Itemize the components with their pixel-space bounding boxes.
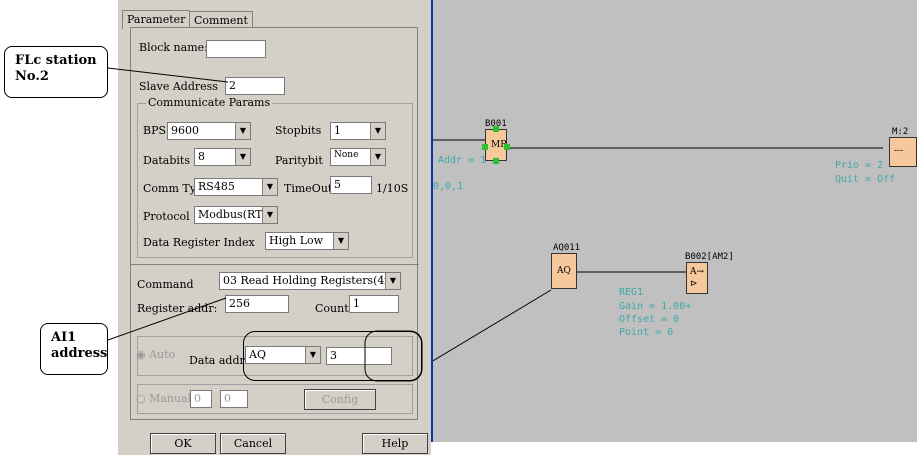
command-select[interactable]: 03 Read Holding Registers(4x) ▼ <box>219 272 401 290</box>
manual-label: Manual <box>149 392 192 405</box>
count-label: Count <box>315 302 349 315</box>
stopbits-select[interactable]: 1 ▼ <box>330 122 386 140</box>
databits-value: 8 <box>198 150 205 163</box>
coords-label: 0,0,1 <box>433 181 464 192</box>
protocol-label: Protocol <box>143 210 190 223</box>
quit-label: Quit = Off <box>835 174 896 185</box>
chevron-down-icon[interactable]: ▼ <box>370 149 385 165</box>
paritybit-select[interactable]: None ▼ <box>330 148 386 166</box>
communicate-params-title: Communicate Params <box>146 96 273 109</box>
block-name-input[interactable] <box>206 40 266 58</box>
pin-icon[interactable] <box>493 158 499 164</box>
diagram-canvas[interactable]: B001 MR Addr = 1 0,0,1 M:2 --- Prio = 2 … <box>431 0 917 442</box>
chevron-down-icon[interactable]: ▼ <box>262 179 277 195</box>
databits-select[interactable]: 8 ▼ <box>194 148 251 166</box>
ai-address-callout: AI1 address <box>40 323 108 375</box>
m2-block[interactable]: --- <box>889 137 917 167</box>
amplifier-icon: A→ <box>690 267 705 277</box>
timeout-input[interactable]: 5 <box>330 176 372 194</box>
paritybit-value: None <box>334 150 359 160</box>
chevron-down-icon[interactable]: ▼ <box>262 207 277 223</box>
data-register-index-select[interactable]: High Low ▼ <box>265 232 349 250</box>
aq-inner-label: AQ <box>557 266 571 276</box>
command-label: Command <box>137 278 194 291</box>
communicate-params-group: Communicate Params BPS 9600 ▼ Stopbits 1 ▼… <box>137 96 413 258</box>
aq011-name: AQ011 <box>553 243 581 253</box>
manual-group: ○ Manual 0 0 Config <box>136 384 413 414</box>
m2-inner-label: --- <box>894 146 904 156</box>
config-button[interactable]: Config <box>304 389 376 410</box>
ok-button[interactable]: OK <box>150 433 216 454</box>
reg1-label: REG1 <box>619 287 644 298</box>
comm-type-select[interactable]: RS485 ▼ <box>194 178 278 196</box>
auto-radio[interactable]: ◉ Auto <box>136 348 175 361</box>
pin-icon[interactable] <box>482 144 488 150</box>
b001-block[interactable]: MR <box>482 126 510 164</box>
b002-block[interactable]: A→ ⊳ <box>686 262 708 294</box>
bps-label: BPS <box>143 124 167 137</box>
pin-icon[interactable] <box>504 144 510 150</box>
chevron-down-icon[interactable]: ▼ <box>333 233 348 249</box>
gain-label: Gain = 1.00+ <box>619 301 692 312</box>
divider <box>131 264 419 265</box>
m2-name: M:2 <box>892 127 909 137</box>
data-register-index-label: Data Register Index <box>143 236 255 249</box>
offset-label: Offset = 0 <box>619 314 680 325</box>
bps-value: 9600 <box>171 124 199 137</box>
paritybit-label: Paritybit <box>275 154 323 167</box>
command-value: 03 Read Holding Registers(4x) <box>223 274 395 287</box>
chevron-down-icon[interactable]: ▼ <box>235 123 250 139</box>
manual-input-1[interactable]: 0 <box>190 390 212 408</box>
chevron-down-icon[interactable]: ▼ <box>385 273 400 289</box>
block-name-label: Block name: <box>139 41 208 54</box>
register-addr-label: Register addr: <box>137 302 218 315</box>
chevron-down-icon[interactable]: ▼ <box>370 123 385 139</box>
stopbits-label: Stopbits <box>275 124 322 137</box>
prio-label: Prio = 2 <box>835 160 884 171</box>
cancel-button[interactable]: Cancel <box>220 433 286 454</box>
slave-address-label: Slave Address <box>139 80 218 93</box>
callout-line <box>433 289 552 362</box>
stopbits-value: 1 <box>334 124 341 137</box>
manual-radio[interactable]: ○ Manual <box>136 392 191 405</box>
connector-lines <box>433 139 883 362</box>
count-input[interactable]: 1 <box>349 295 399 313</box>
amplifier-symbol-icon: ⊳ <box>690 279 698 289</box>
help-button[interactable]: Help <box>362 433 428 454</box>
b002-name: B002[AM2] <box>685 252 734 262</box>
data-addr-label: Data addr: <box>189 354 249 367</box>
databits-label: Databits <box>143 154 190 167</box>
bps-select[interactable]: 9600 ▼ <box>167 122 251 140</box>
slave-address-input[interactable]: 2 <box>225 77 285 95</box>
protocol-select[interactable]: Modbus(RTU) ▼ <box>194 206 278 224</box>
plc-station-callout: FLc station No.2 <box>4 46 108 98</box>
timeout-unit: 1/10S <box>376 182 409 195</box>
data-register-index-value: High Low <box>269 234 324 247</box>
data-addr-highlight <box>243 331 422 381</box>
aq011-block[interactable]: AQ <box>551 253 577 289</box>
chevron-down-icon[interactable]: ▼ <box>235 149 250 165</box>
manual-input-2[interactable]: 0 <box>220 390 248 408</box>
point-label: Point = 0 <box>619 327 674 338</box>
auto-label: Auto <box>149 348 176 361</box>
timeout-label: TimeOut <box>284 182 333 195</box>
addr-label: Addr = 1 <box>438 155 487 166</box>
pin-icon[interactable] <box>493 126 499 132</box>
register-addr-input[interactable]: 256 <box>225 295 289 313</box>
parameter-dialog: Parameter Comment Block name: Slave Addr… <box>118 0 431 455</box>
comm-type-value: RS485 <box>198 180 235 193</box>
